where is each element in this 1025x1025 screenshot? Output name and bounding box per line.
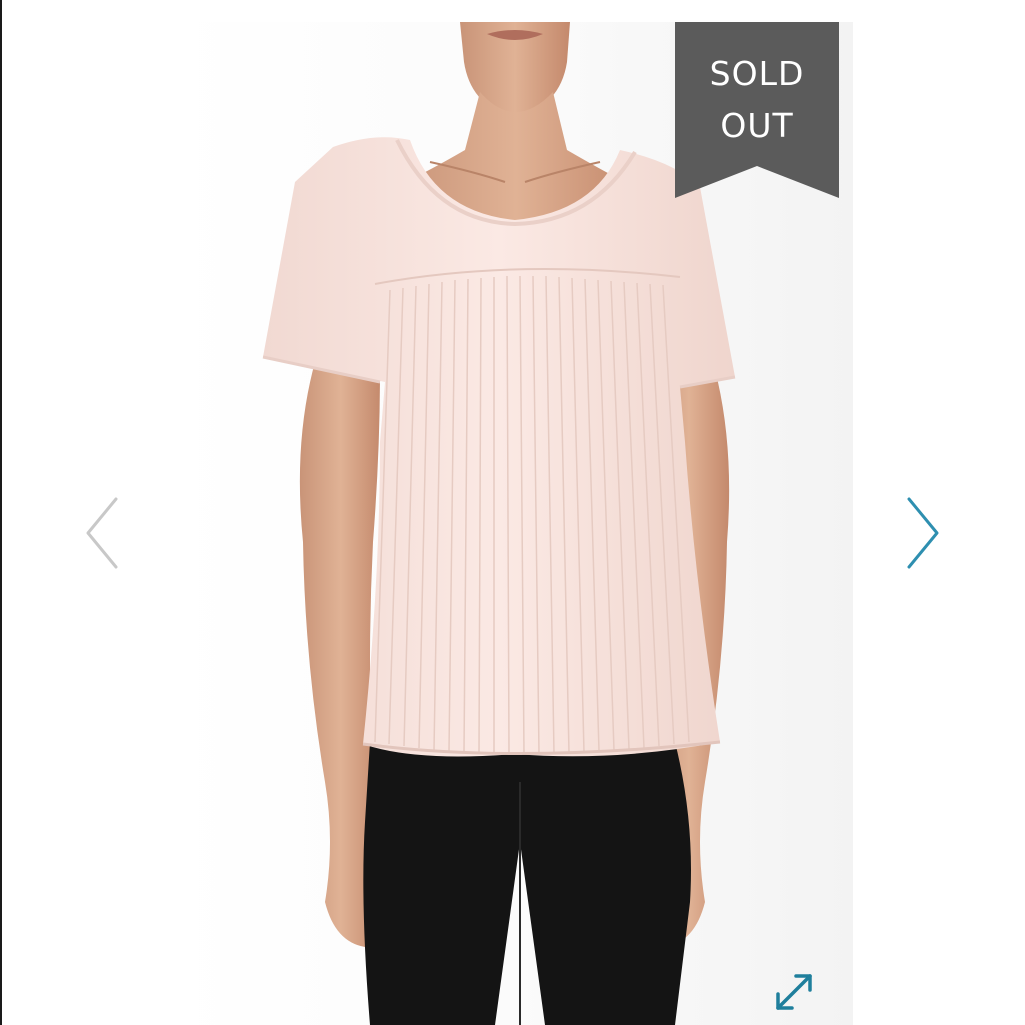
chevron-right-icon bbox=[907, 497, 939, 569]
chevron-left-icon bbox=[86, 497, 118, 569]
left-divider bbox=[0, 0, 2, 1025]
sold-out-label: SOLD OUT bbox=[675, 48, 839, 152]
sold-out-line-2: OUT bbox=[720, 106, 794, 145]
expand-arrows-icon bbox=[776, 974, 812, 1010]
product-image-viewer: SOLD OUT bbox=[0, 0, 1025, 1025]
sold-out-line-1: SOLD bbox=[709, 54, 805, 93]
expand-image-button[interactable] bbox=[770, 968, 818, 1016]
next-image-button[interactable] bbox=[903, 495, 943, 571]
previous-image-button[interactable] bbox=[82, 495, 122, 571]
sold-out-badge: SOLD OUT bbox=[675, 22, 839, 198]
